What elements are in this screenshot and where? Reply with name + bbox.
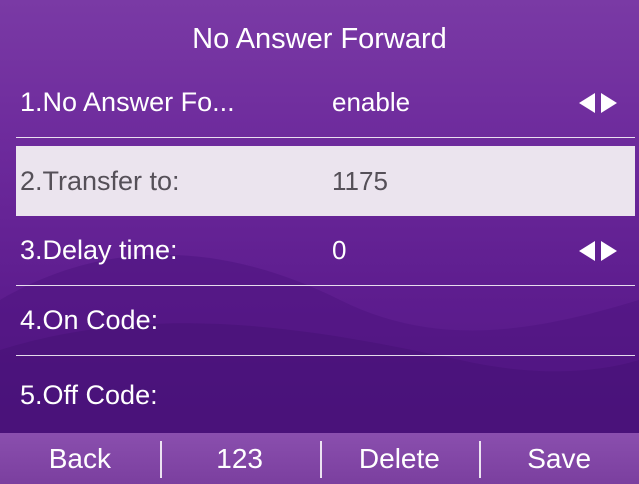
setting-row-no-answer-forward[interactable]: 1.No Answer Fo... enable [16,68,635,138]
delete-softkey[interactable]: Delete [319,433,480,484]
setting-label: 1.No Answer Fo... [20,87,235,117]
setting-label: 3.Delay time: [20,235,178,265]
setting-row-on-code[interactable]: 4.On Code: [16,286,635,356]
setting-value: enable [332,87,411,117]
setting-value: 0 [332,235,347,265]
input-mode-softkey[interactable]: 123 [159,433,320,484]
setting-row-delay-time[interactable]: 3.Delay time: 0 [16,216,635,286]
back-softkey[interactable]: Back [0,433,160,484]
phone-screen: No Answer Forward 1.No Answer Fo... enab… [0,0,639,484]
page-title: No Answer Forward [192,22,447,55]
setting-label: 5.Off Code: [20,379,158,410]
setting-label: 2.Transfer to: [20,165,180,196]
transfer-number-input[interactable]: 1175 [332,146,388,216]
setting-row-off-code[interactable]: 5.Off Code: [16,360,635,430]
left-right-arrows-icon[interactable] [575,216,621,285]
save-softkey[interactable]: Save [479,433,639,484]
softkey-bar: Back 123 Delete Save [0,433,639,484]
setting-row-transfer-to[interactable]: 2.Transfer to: 1175 [16,146,635,216]
left-right-arrows-icon[interactable] [575,68,621,137]
setting-label: 4.On Code: [20,305,159,335]
